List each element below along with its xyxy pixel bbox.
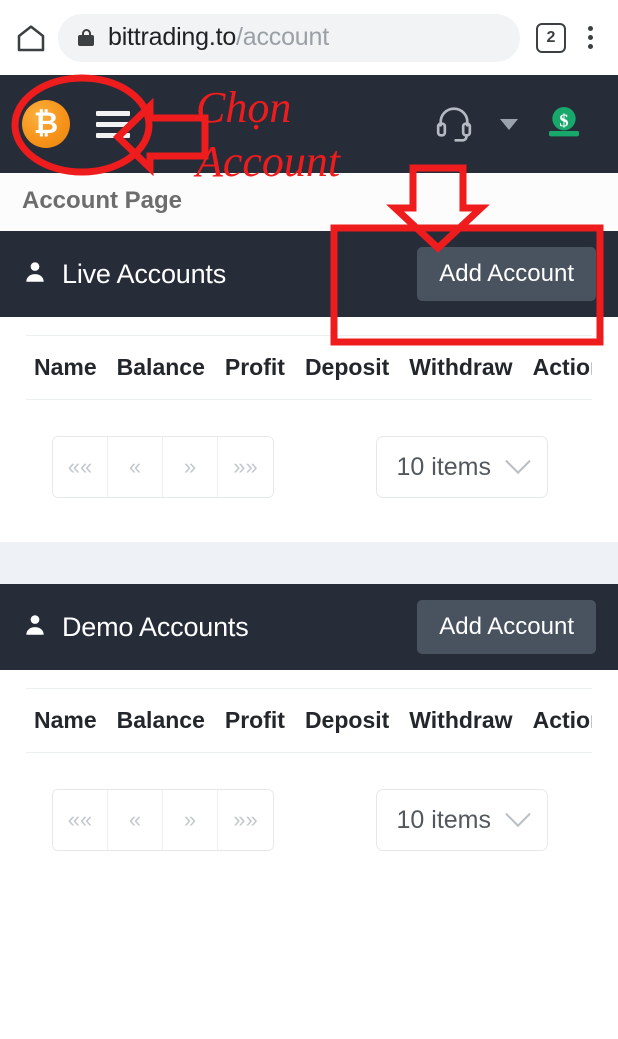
table-header-row: Name Balance Profit Deposit Withdraw Act… (26, 335, 592, 400)
hamburger-menu-icon[interactable] (96, 110, 130, 138)
headset-icon[interactable] (434, 102, 474, 147)
home-icon[interactable] (14, 21, 48, 55)
section-divider (0, 542, 618, 584)
page-title: Account Page (22, 187, 183, 214)
column-header-withdraw: Withdraw (409, 707, 513, 733)
user-icon (22, 612, 48, 643)
table-header-row: Name Balance Profit Deposit Withdraw Act… (26, 688, 592, 753)
browser-toolbar: bittrading.to/account 2 (0, 0, 618, 75)
money-coin-icon[interactable]: $ (544, 102, 584, 147)
column-header-name: Name (34, 354, 97, 380)
demo-accounts-section: Demo Accounts Add Account Name Balance P… (0, 584, 618, 895)
bitcoin-logo[interactable]: ₿ (22, 100, 70, 148)
pagination-last-button[interactable]: »» (218, 790, 273, 850)
live-pagination-row: «« « » »» 10 items (26, 400, 592, 508)
live-accounts-table: Name Balance Profit Deposit Withdraw Act… (26, 335, 592, 400)
column-header-withdraw: Withdraw (409, 354, 513, 380)
chevron-down-icon (505, 448, 531, 475)
demo-accounts-header: Demo Accounts Add Account (0, 584, 618, 670)
demo-accounts-table: Name Balance Profit Deposit Withdraw Act… (26, 688, 592, 753)
add-account-button[interactable]: Add Account (417, 247, 596, 301)
svg-text:$: $ (559, 110, 568, 130)
column-header-balance: Balance (116, 707, 205, 733)
page-bottom-fill (0, 895, 618, 937)
navbar-actions: $ (434, 102, 596, 147)
chevron-down-icon (505, 801, 531, 828)
screenshot-root: bittrading.to/account 2 ₿ $ Account Page… (0, 0, 618, 1039)
column-header-actions: Actions (532, 707, 592, 733)
pagination-first-button[interactable]: «« (53, 437, 108, 497)
column-header-name: Name (34, 707, 97, 733)
page-title-bar: Account Page (0, 173, 618, 231)
lock-icon (78, 28, 94, 48)
column-header-deposit: Deposit (304, 354, 390, 380)
user-icon (22, 259, 48, 290)
page-size-select[interactable]: 10 items (375, 436, 548, 498)
column-header-profit: Profit (224, 707, 285, 733)
live-accounts-section: Live Accounts Add Account Name Balance P… (0, 231, 618, 542)
add-account-button[interactable]: Add Account (417, 600, 596, 654)
pagination-controls: «« « » »» (52, 436, 274, 498)
demo-accounts-body: Name Balance Profit Deposit Withdraw Act… (0, 670, 618, 895)
url-path: /account (236, 23, 329, 51)
live-accounts-title: Live Accounts (62, 258, 227, 289)
column-header-profit: Profit (224, 354, 285, 380)
live-accounts-header: Live Accounts Add Account (0, 231, 618, 317)
browser-menu-icon[interactable] (576, 26, 604, 49)
page-size-value: 10 items (396, 452, 491, 481)
live-accounts-body: Name Balance Profit Deposit Withdraw Act… (0, 317, 618, 542)
app-navbar: ₿ $ (0, 75, 618, 173)
page-size-value: 10 items (396, 805, 491, 834)
page-size-select[interactable]: 10 items (375, 789, 548, 851)
url-text: bittrading.to/account (108, 23, 329, 52)
tab-counter[interactable]: 2 (536, 22, 566, 53)
pagination-last-button[interactable]: »» (218, 437, 273, 497)
url-domain: bittrading.to (108, 23, 237, 51)
column-header-balance: Balance (116, 354, 205, 380)
pagination-controls: «« « » »» (52, 789, 274, 851)
pagination-prev-button[interactable]: « (108, 790, 163, 850)
column-header-actions: Actions (532, 354, 592, 380)
pagination-next-button[interactable]: » (163, 790, 218, 850)
pagination-next-button[interactable]: » (163, 437, 218, 497)
pagination-prev-button[interactable]: « (108, 437, 163, 497)
address-bar[interactable]: bittrading.to/account (58, 13, 520, 62)
column-header-deposit: Deposit (304, 707, 390, 733)
caret-down-icon[interactable] (500, 118, 518, 130)
demo-pagination-row: «« « » »» 10 items (26, 753, 592, 861)
pagination-first-button[interactable]: «« (53, 790, 108, 850)
demo-accounts-title: Demo Accounts (62, 611, 249, 642)
